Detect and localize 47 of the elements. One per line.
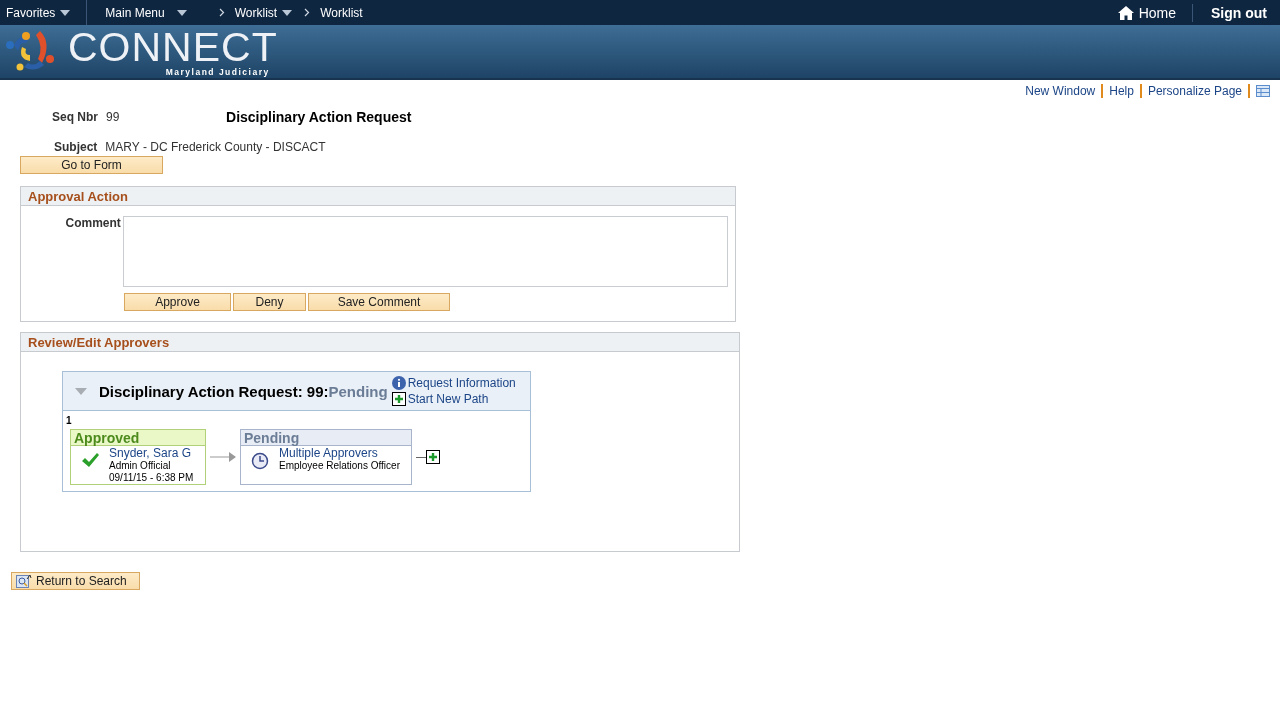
approver-role: Admin Official bbox=[109, 460, 172, 472]
grid-icon[interactable] bbox=[1256, 85, 1270, 97]
arrow-icon bbox=[210, 452, 236, 462]
field-value: MARY - DC Frederick County - DISCACT bbox=[105, 140, 326, 154]
chevron-icon bbox=[304, 8, 311, 17]
stage-status: Pending bbox=[244, 429, 300, 446]
step-number: 1 bbox=[66, 415, 73, 426]
path-status: Pending bbox=[328, 382, 388, 400]
field-label: Seq Nbr bbox=[52, 110, 98, 124]
page-title: Disciplinary Action Request bbox=[226, 109, 412, 125]
sign-out-link[interactable]: Sign out bbox=[1193, 0, 1280, 25]
approver-role: Employee Relations Officer bbox=[279, 460, 400, 472]
action-button[interactable]: Deny bbox=[233, 293, 306, 311]
comment-field[interactable] bbox=[122, 216, 728, 287]
page-link[interactable]: Personalize Page bbox=[1147, 84, 1242, 98]
page-link[interactable]: New Window bbox=[1025, 84, 1096, 98]
action-button[interactable]: Save Comment bbox=[308, 293, 450, 311]
breadcrumb-link[interactable]: Worklist bbox=[314, 0, 369, 25]
clock-icon bbox=[251, 452, 269, 470]
main-menu[interactable]: Main Menu bbox=[99, 0, 193, 25]
checkmark-icon bbox=[81, 452, 99, 468]
add-icon[interactable] bbox=[391, 392, 406, 406]
logo-subtitle: Maryland Judiciary bbox=[165, 66, 270, 77]
page-link[interactable]: Help bbox=[1109, 84, 1134, 98]
request-information-link[interactable]: Request Information bbox=[407, 376, 516, 390]
breadcrumb-link[interactable]: Worklist bbox=[228, 0, 299, 25]
return-to-search-button[interactable]: Return to Search bbox=[11, 572, 140, 590]
home-link[interactable]: Home bbox=[1111, 3, 1193, 22]
start-new-path-link[interactable]: Start New Path bbox=[407, 392, 489, 406]
section-title: Approval Action bbox=[28, 188, 128, 204]
search-icon bbox=[16, 574, 32, 588]
field-label: Comment bbox=[64, 216, 121, 230]
path-title: Disciplinary Action Request: 99: bbox=[99, 382, 329, 400]
logo-wordmark: CONNECT bbox=[68, 26, 278, 67]
go-to-form-button[interactable]: Go to Form bbox=[20, 156, 163, 174]
home-icon bbox=[1117, 5, 1134, 20]
approver-name-link[interactable]: Multiple Approvers bbox=[279, 447, 400, 460]
field-value: 99 bbox=[106, 110, 121, 124]
chevron-icon bbox=[218, 8, 225, 17]
action-button[interactable]: Approve bbox=[124, 293, 231, 311]
approver-name-link[interactable]: Snyder, Sara G bbox=[109, 447, 194, 460]
add-icon[interactable] bbox=[426, 450, 440, 464]
stage-status: Approved bbox=[74, 429, 140, 446]
field-label: Subject bbox=[54, 140, 98, 154]
approval-date: 09/11/15 - 6:38 PM bbox=[109, 472, 194, 484]
info-icon[interactable] bbox=[391, 376, 406, 390]
section-title: Review/Edit Approvers bbox=[28, 334, 170, 350]
